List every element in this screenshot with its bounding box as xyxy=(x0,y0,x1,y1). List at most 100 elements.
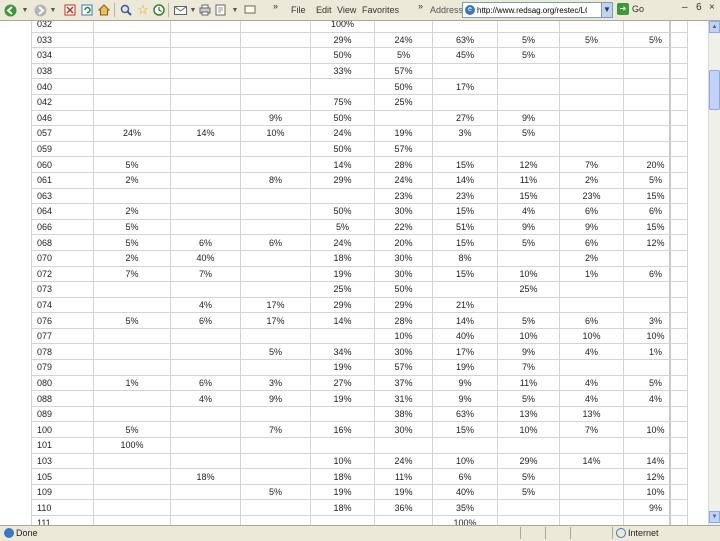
status-text: Done xyxy=(16,528,38,538)
percent-cell: 30% xyxy=(374,343,433,361)
forward-dropdown-icon[interactable]: ▼ xyxy=(46,3,60,17)
percent-cell: 3% xyxy=(240,374,311,392)
percent-cell: 100% xyxy=(310,21,375,33)
percent-cell: 3% xyxy=(623,312,688,329)
maximize-icon[interactable]: 6 xyxy=(696,2,702,13)
percent-cell xyxy=(432,140,498,158)
page-done-icon xyxy=(4,528,14,538)
percent-cell xyxy=(432,281,498,298)
percent-cell: 19% xyxy=(310,483,375,501)
menu-favorites[interactable]: Favorites xyxy=(362,5,399,15)
percent-cell: 17% xyxy=(240,312,311,329)
discuss-icon[interactable]: , xyxy=(243,3,257,17)
go-button[interactable]: ➜ Go xyxy=(617,3,644,15)
scroll-down-icon[interactable]: ▼ xyxy=(709,511,720,523)
menu-edit[interactable]: Edit xyxy=(316,5,332,15)
percent-cell: 14% xyxy=(310,312,375,329)
search-icon[interactable] xyxy=(119,3,133,17)
percent-cell: 5% xyxy=(93,234,171,251)
row-code-cell: 064 xyxy=(31,203,94,220)
menu-chevron-icon[interactable]: » xyxy=(418,1,423,11)
zone-text: Internet xyxy=(628,528,659,538)
percent-cell xyxy=(310,515,375,525)
row-code-cell: 046 xyxy=(31,109,94,127)
percent-cell xyxy=(559,359,624,376)
row-code-cell: 038 xyxy=(31,62,94,80)
address-input[interactable] xyxy=(477,5,587,15)
forward-icon[interactable] xyxy=(33,3,47,17)
percent-cell: 6% xyxy=(623,265,688,283)
percent-cell xyxy=(240,47,311,64)
percent-cell xyxy=(93,515,171,525)
percent-cell: 15% xyxy=(432,234,498,251)
percent-cell xyxy=(623,140,688,158)
percent-cell xyxy=(170,171,241,189)
percent-cell: 14% xyxy=(170,125,241,142)
percent-cell xyxy=(170,31,241,49)
back-icon[interactable] xyxy=(3,3,17,17)
percent-cell: 10% xyxy=(497,327,560,345)
table-row: 063 23% 23% 15% 23% 15% xyxy=(31,187,688,205)
percent-cell: 6% xyxy=(623,203,688,220)
percent-cell: 5% xyxy=(497,483,560,501)
percent-cell: 5% xyxy=(240,483,311,501)
edit-dropdown-icon[interactable]: ▼ xyxy=(228,3,242,17)
table-row: 070 2% 40% 18% 30% 8% 2% xyxy=(31,249,688,267)
percent-cell xyxy=(497,62,560,80)
percent-cell xyxy=(93,343,171,361)
menu-view[interactable]: View xyxy=(337,5,356,15)
percent-cell: 4% xyxy=(170,390,241,407)
back-dropdown-icon[interactable]: ▼ xyxy=(18,3,32,17)
percent-cell: 50% xyxy=(310,203,375,220)
percent-cell xyxy=(240,78,311,95)
address-bar[interactable]: e xyxy=(462,2,602,18)
page-content: 032 100% 033 29% 24% 63% 5% 5% 5% 034 50% 5% 45% 5% 03… xyxy=(0,21,708,525)
close-icon[interactable]: × xyxy=(709,2,715,13)
percent-cell: 1% xyxy=(93,374,171,392)
percent-cell xyxy=(240,21,311,33)
mail-icon[interactable] xyxy=(173,3,187,17)
percent-cell: 18% xyxy=(170,468,241,485)
percent-cell: 29% xyxy=(497,452,560,470)
row-code-cell: 040 xyxy=(31,78,94,95)
refresh-icon[interactable] xyxy=(80,3,94,17)
percent-cell xyxy=(93,47,171,64)
percent-cell xyxy=(432,437,498,454)
table-row: 110 18% 36% 35% 9% xyxy=(31,499,688,516)
menu-file[interactable]: File xyxy=(291,5,306,15)
percent-cell xyxy=(623,47,688,64)
favorites-icon[interactable]: ☆ xyxy=(136,2,150,17)
percent-cell: 12% xyxy=(623,468,688,485)
vertical-scrollbar[interactable]: ▲ ▼ xyxy=(708,21,720,525)
table-row: 080 1% 6% 3% 27% 37% 9% 11% 4% 5% xyxy=(31,374,688,392)
scroll-up-icon[interactable]: ▲ xyxy=(709,21,720,33)
row-code-cell: 074 xyxy=(31,296,94,314)
toolbar-chevron-icon[interactable]: » xyxy=(273,1,278,11)
row-code-cell: 034 xyxy=(31,47,94,64)
row-code-cell: 079 xyxy=(31,359,94,376)
minimize-icon[interactable]: – xyxy=(682,2,688,13)
history-icon[interactable] xyxy=(152,3,166,17)
stop-icon[interactable] xyxy=(63,3,77,17)
table-row: 034 50% 5% 45% 5% xyxy=(31,47,688,64)
edit-icon[interactable] xyxy=(214,3,228,17)
percent-cell: 24% xyxy=(374,171,433,189)
percent-cell xyxy=(559,483,624,501)
percent-cell: 18% xyxy=(310,468,375,485)
table-row: 101 100% xyxy=(31,437,688,454)
percent-cell: 50% xyxy=(374,281,433,298)
percent-cell xyxy=(497,437,560,454)
scroll-thumb[interactable] xyxy=(709,70,720,110)
percent-cell xyxy=(170,343,241,361)
percent-cell: 29% xyxy=(310,296,375,314)
percent-cell xyxy=(170,78,241,95)
print-icon[interactable] xyxy=(198,3,212,17)
row-code-cell: 066 xyxy=(31,218,94,236)
address-dropdown-icon[interactable]: ▼ xyxy=(601,2,613,18)
percent-cell: 37% xyxy=(374,374,433,392)
percent-cell: 57% xyxy=(374,359,433,376)
percent-cell: 51% xyxy=(432,218,498,236)
home-icon[interactable] xyxy=(97,3,111,17)
percent-cell: 7% xyxy=(93,265,171,283)
percent-cell xyxy=(432,21,498,33)
